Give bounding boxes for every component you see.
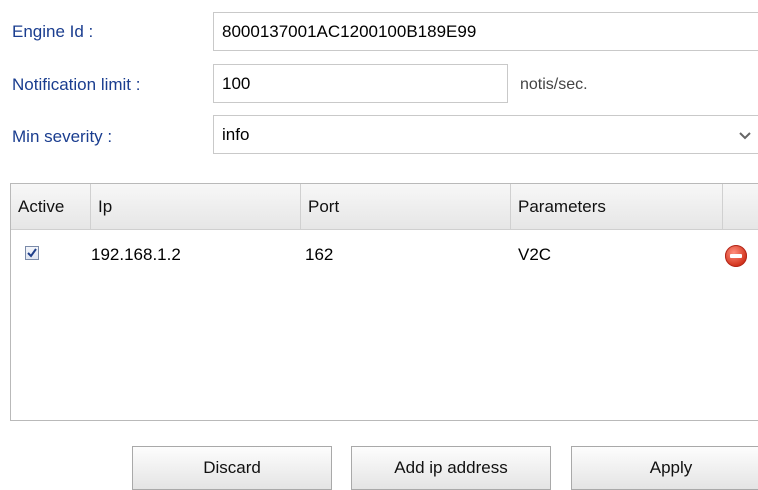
column-header-actions — [723, 184, 758, 229]
trap-receivers-table: Active Ip Port Parameters 192.168.1.2 16… — [10, 183, 758, 421]
row-port: 162 — [305, 245, 334, 264]
table-header: Active Ip Port Parameters — [11, 184, 758, 230]
chevron-down-icon[interactable] — [730, 117, 758, 154]
check-icon — [27, 248, 37, 258]
column-header-ip: Ip — [91, 184, 301, 229]
active-checkbox[interactable] — [25, 246, 39, 260]
discard-button[interactable]: Discard — [132, 446, 332, 490]
min-severity-value: info — [222, 125, 250, 144]
column-header-parameters: Parameters — [511, 184, 723, 229]
notification-limit-unit: notis/sec. — [520, 76, 588, 93]
column-header-port: Port — [301, 184, 511, 229]
column-header-active: Active — [11, 184, 91, 229]
remove-icon[interactable] — [725, 245, 747, 267]
min-severity-label: Min severity : — [12, 127, 113, 146]
notification-limit-field[interactable]: 100 — [213, 64, 508, 103]
min-severity-select[interactable]: info — [213, 115, 758, 154]
engine-id-label: Engine Id : — [12, 22, 94, 41]
notification-limit-label: Notification limit : — [12, 75, 141, 94]
engine-id-field[interactable]: 8000137001AC1200100B189E99 — [213, 12, 758, 51]
row-parameters: V2C — [518, 245, 552, 264]
add-ip-address-button[interactable]: Add ip address — [351, 446, 551, 490]
row-ip: 192.168.1.2 — [91, 245, 181, 264]
apply-button[interactable]: Apply — [571, 446, 758, 490]
